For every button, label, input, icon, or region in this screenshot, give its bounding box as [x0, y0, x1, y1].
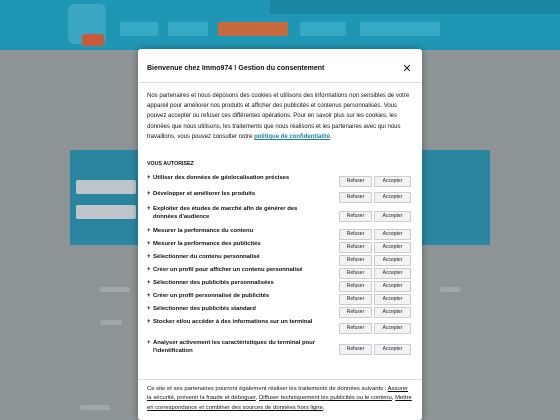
modal-title: Bienvenue chez Immo974 ! Gestion du cons…	[147, 65, 325, 72]
expand-plus-icon[interactable]: +	[147, 340, 151, 346]
expand-plus-icon[interactable]: +	[147, 206, 151, 212]
refuse-button[interactable]: Refuser	[339, 242, 372, 253]
hero-field-background	[76, 180, 136, 194]
expand-plus-icon[interactable]: +	[147, 267, 151, 273]
nav-item-background	[168, 22, 208, 36]
privacy-policy-link[interactable]: politique de confidentialité	[254, 134, 330, 140]
accept-button[interactable]: Accepter	[374, 268, 411, 279]
purpose-label: Utiliser des données de géolocalisation …	[153, 175, 290, 181]
refuse-button[interactable]: Refuser	[339, 229, 372, 240]
close-icon[interactable]: ✕	[402, 64, 412, 75]
refuse-button[interactable]: Refuser	[339, 192, 372, 203]
accept-button[interactable]: Accepter	[374, 242, 411, 253]
purpose-row: + Sélectionner des publicités standard R…	[147, 306, 415, 319]
purpose-row: + Créer un profil personnalisé de public…	[147, 293, 415, 306]
background-text-line	[440, 287, 460, 292]
refuse-button[interactable]: Refuser	[339, 344, 372, 355]
accept-button[interactable]: Accepter	[374, 192, 411, 203]
purpose-label: Sélectionner des publicités personnalisé…	[153, 280, 274, 286]
purpose-label: Sélectionner du contenu personnalisé	[153, 254, 260, 260]
refuse-button[interactable]: Refuser	[339, 255, 372, 266]
purpose-label: Stocker et/ou accéder à des informations…	[153, 319, 313, 325]
purpose-label: Mesurer la performance du contenu	[153, 228, 254, 234]
purpose-label: Créer un profil personnalisé de publicit…	[153, 293, 270, 299]
accept-button[interactable]: Accepter	[374, 229, 411, 240]
purpose-label: Développer et améliorer les produits	[153, 191, 256, 197]
purpose-row: + Mesurer la performance du contenu Refu…	[147, 228, 415, 241]
accept-button[interactable]: Accepter	[374, 255, 411, 266]
background-text-line	[100, 320, 122, 325]
purpose-label: Analyser activement les caractéristiques…	[153, 340, 316, 354]
footer-intro: Ce site et ses partenaires pourront égal…	[147, 386, 388, 392]
purpose-list: + Utiliser des données de géolocalisatio…	[147, 175, 415, 360]
intro-end: .	[330, 133, 332, 140]
expand-plus-icon[interactable]: +	[147, 280, 151, 286]
purpose-row: + Exploiter des études de marché afin de…	[147, 206, 415, 228]
expand-plus-icon[interactable]: +	[147, 191, 151, 197]
expand-plus-icon[interactable]: +	[147, 175, 151, 181]
expand-plus-icon[interactable]: +	[147, 228, 151, 234]
site-logo-badge	[82, 34, 104, 46]
section-title: VOUS AUTORISEZ	[147, 161, 194, 167]
accept-button[interactable]: Accepter	[374, 294, 411, 305]
refuse-button[interactable]: Refuser	[339, 211, 372, 222]
intro-paragraph: Nos partenaires et nous déposons des coo…	[147, 93, 410, 140]
accept-button[interactable]: Accepter	[374, 211, 411, 222]
nav-item-background	[120, 22, 158, 36]
purpose-label: Sélectionner des publicités standard	[153, 306, 256, 312]
accept-button[interactable]: Accepter	[374, 281, 411, 292]
refuse-button[interactable]: Refuser	[339, 294, 372, 305]
purpose-row: + Créer un profil pour afficher un conte…	[147, 267, 415, 280]
nav-item-highlight-background	[218, 22, 288, 36]
intro-text: Nos partenaires et nous déposons des coo…	[147, 91, 411, 142]
purpose-row: + Analyser activement les caractéristiqu…	[147, 340, 415, 360]
accept-button[interactable]: Accepter	[374, 176, 411, 187]
footer-item: Diffuser techniquement les publicités ou…	[259, 395, 392, 402]
expand-plus-icon[interactable]: +	[147, 293, 151, 299]
purpose-row: + Stocker et/ou accéder à des informatio…	[147, 319, 415, 340]
purpose-label: Exploiter des études de marché afin de g…	[153, 206, 298, 220]
purpose-label: Créer un profil pour afficher un contenu…	[153, 267, 303, 273]
expand-plus-icon[interactable]: +	[147, 254, 151, 260]
expand-plus-icon[interactable]: +	[147, 319, 151, 325]
background-text-line	[80, 405, 110, 410]
purpose-row: + Utiliser des données de géolocalisatio…	[147, 175, 415, 191]
footer-end: ,	[322, 404, 325, 411]
background-text-line	[100, 287, 130, 292]
hero-field-background	[76, 205, 136, 219]
consent-modal: Bienvenue chez Immo974 ! Gestion du cons…	[138, 49, 422, 420]
purpose-row: + Sélectionner du contenu personnalisé R…	[147, 254, 415, 267]
refuse-button[interactable]: Refuser	[339, 307, 372, 318]
footer-divider	[138, 379, 422, 380]
accept-button[interactable]: Accepter	[374, 323, 411, 334]
purpose-row: + Sélectionner des publicités personnali…	[147, 280, 415, 293]
nav-item-background	[300, 22, 346, 36]
expand-plus-icon[interactable]: +	[147, 306, 151, 312]
refuse-button[interactable]: Refuser	[339, 281, 372, 292]
refuse-button[interactable]: Refuser	[339, 176, 372, 187]
footer-text: Ce site et ses partenaires pourront égal…	[147, 385, 413, 413]
site-topbar-background	[270, 0, 560, 14]
purpose-row: + Développer et améliorer les produits R…	[147, 191, 415, 206]
purpose-row: + Mesurer la performance des publicités …	[147, 241, 415, 254]
refuse-button[interactable]: Refuser	[339, 268, 372, 279]
refuse-button[interactable]: Refuser	[339, 323, 372, 334]
accept-button[interactable]: Accepter	[374, 307, 411, 318]
expand-plus-icon[interactable]: +	[147, 241, 151, 247]
nav-item-background	[360, 22, 440, 36]
title-divider	[138, 82, 422, 83]
purpose-label: Mesurer la performance des publicités	[153, 241, 261, 247]
accept-button[interactable]: Accepter	[374, 344, 411, 355]
